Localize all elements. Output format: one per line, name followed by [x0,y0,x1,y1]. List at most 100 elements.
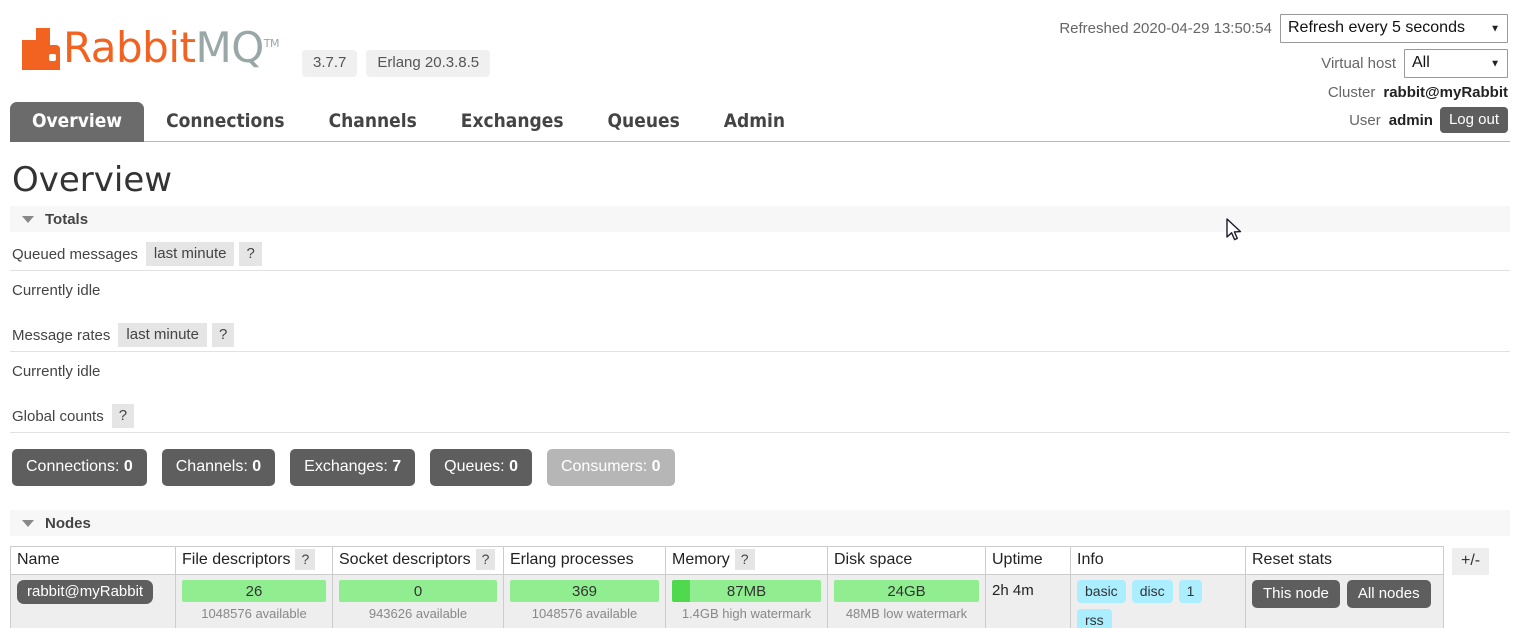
count-button-label: Exchanges: [304,458,393,475]
global-counts-row: Global counts ? [10,394,1510,433]
cluster-row: Cluster rabbit@myRabbit [1059,84,1508,101]
column-header-memory[interactable]: Memory? [665,546,828,575]
nodes-section: Nodes Name File descriptors? Socket descri… [0,510,1520,628]
column-header-label: File descriptors [182,551,291,568]
count-button-exchanges[interactable]: Exchanges: 7 [290,449,416,486]
count-button-value: 7 [392,458,402,475]
count-button-queues[interactable]: Queues: 0 [430,449,532,486]
nodes-section-label: Nodes [45,514,91,532]
file-descriptors-value: 26 [245,582,263,600]
refresh-select-wrap[interactable]: Refresh every 5 seconds ▼ [1280,14,1508,43]
refresh-row: Refreshed 2020-04-29 13:50:54 Refresh ev… [1059,14,1508,43]
count-button-label: Channels: [175,458,253,475]
count-button-channels[interactable]: Channels: 0 [161,449,276,486]
collapse-triangle-icon [22,215,34,223]
message-rates-status: Currently idle [12,363,101,380]
vhost-select-wrap[interactable]: All ▼ [1404,49,1508,78]
table-row: rabbit@myRabbit 26 1048576 available 0 9… [10,574,1444,628]
help-icon[interactable]: ? [734,549,755,570]
queued-messages-label: Queued messages [12,245,138,263]
column-header-erlang-processes[interactable]: Erlang processes [503,546,666,575]
count-button-connections[interactable]: Connections: 0 [12,449,147,486]
queued-messages-period-chip[interactable]: last minute [145,242,235,266]
disk-space-value: 24GB [887,582,926,600]
message-rates-help-icon[interactable]: ? [211,323,235,347]
tab-admin[interactable]: Admin [702,102,807,142]
memory-bar-fill [672,580,690,602]
global-counts-buttons: Connections: 0 Channels: 0 Exchanges: 7 Que… [12,449,1520,486]
node-name-cell: rabbit@myRabbit [10,574,176,628]
erlang-processes-cell: 369 1048576 available [503,574,666,628]
help-icon[interactable]: ? [475,549,496,570]
help-icon[interactable]: ? [295,549,316,570]
page-header: RabbitMQTM 3.7.7 Erlang 20.3.8.5 Refresh… [0,0,1520,133]
info-badge-basic[interactable]: basic [1077,580,1126,603]
tab-channels[interactable]: Channels [307,102,439,142]
memory-value: 87MB [726,582,767,600]
queued-messages-help-icon[interactable]: ? [239,242,262,266]
message-rates-period-chip[interactable]: last minute [118,323,207,347]
file-descriptors-bar: 26 [182,580,326,602]
count-button-label: Queues: [444,458,510,475]
column-header-label: Disk space [834,551,913,568]
vhost-label: Virtual host [1321,55,1396,72]
reset-stats-all-nodes-button[interactable]: All nodes [1346,580,1431,608]
disk-space-cell: 24GB 48MB low watermark [827,574,986,628]
refresh-interval-select[interactable]: Refresh every 5 seconds [1280,14,1508,43]
page-title: Overview [12,160,173,200]
erlang-processes-note: 1048576 available [531,606,638,621]
totals-section-header[interactable]: Totals [10,206,1510,232]
column-header-label: Memory [672,551,730,568]
global-counts-help-icon[interactable]: ? [111,404,135,428]
memory-bar: 87MB [672,580,821,602]
info-badge-1[interactable]: 1 [1178,580,1203,603]
file-descriptors-note: 1048576 available [201,606,307,621]
refreshed-timestamp: Refreshed 2020-04-29 13:50:54 [1059,20,1272,37]
socket-descriptors-cell: 0 943626 available [332,574,504,628]
column-header-file-descriptors[interactable]: File descriptors? [175,546,333,575]
tab-connections[interactable]: Connections [144,102,306,142]
cluster-label: Cluster [1327,84,1376,101]
erlang-version-badge: Erlang 20.3.8.5 [366,50,491,77]
column-header-uptime[interactable]: Uptime [985,546,1071,575]
count-button-consumers[interactable]: Consumers: 0 [546,449,675,486]
count-button-label: Consumers: [560,458,652,475]
info-badge-rss[interactable]: rss [1077,609,1112,628]
version-badges: 3.7.7 Erlang 20.3.8.5 [302,50,491,77]
memory-note: 1.4GB high watermark [681,606,812,621]
rabbitmq-logo[interactable]: RabbitMQTM [22,22,279,70]
reset-stats-cell: This node All nodes [1245,574,1444,628]
vhost-select[interactable]: All [1404,49,1508,78]
message-rates-label: Message rates [12,326,111,344]
main-navigation: Overview Connections Channels Exchanges Queu… [0,102,1520,142]
socket-descriptors-note: 943626 available [368,606,468,621]
toggle-columns-label: +/- [1461,552,1481,569]
nodes-section-header[interactable]: Nodes [10,510,1510,536]
column-header-name[interactable]: Name [10,546,176,575]
rabbitmq-version-badge: 3.7.7 [302,50,358,77]
node-name-badge[interactable]: rabbit@myRabbit [17,580,154,604]
tab-queues[interactable]: Queues [586,102,702,142]
count-button-label: Connections: [26,458,124,475]
global-counts-label: Global counts [12,407,104,425]
count-button-value: 0 [509,458,518,475]
message-rates-row: Message rates last minute ? [10,313,1510,352]
nodes-table-area: Name File descriptors? Socket descriptors?… [10,546,1510,628]
column-header-socket-descriptors[interactable]: Socket descriptors? [332,546,504,575]
logo-wordmark: RabbitMQTM [63,22,279,70]
column-header-label: Name [17,551,60,568]
reset-stats-this-node-button[interactable]: This node [1252,580,1340,608]
tab-exchanges[interactable]: Exchanges [439,102,586,142]
toggle-columns-button[interactable]: +/- [1452,548,1490,575]
file-descriptors-cell: 26 1048576 available [175,574,333,628]
column-header-info[interactable]: Info [1070,546,1246,575]
column-header-disk-space[interactable]: Disk space [827,546,986,575]
socket-descriptors-value: 0 [413,582,423,600]
uptime-cell: 2h 4m [985,574,1071,628]
column-header-label: Info [1077,551,1104,568]
tab-overview[interactable]: Overview [10,102,145,142]
socket-descriptors-bar: 0 [339,580,497,602]
column-header-reset-stats[interactable]: Reset stats [1245,546,1444,575]
column-header-label: Uptime [992,551,1043,568]
info-badge-disc[interactable]: disc [1131,580,1173,603]
